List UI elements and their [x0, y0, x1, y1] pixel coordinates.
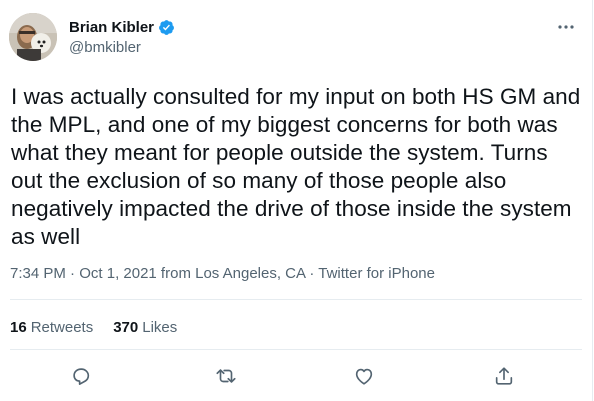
- meta-separator: ·: [70, 265, 80, 282]
- like-icon[interactable]: [350, 362, 378, 390]
- retweets-count: 16: [10, 319, 27, 336]
- likes-count: 370: [113, 319, 139, 336]
- tweet-actions: [0, 362, 592, 390]
- tweet-card: Brian Kibler @bmkibler I was actually co…: [0, 0, 593, 401]
- verified-badge-icon: [158, 19, 175, 36]
- likes-stat[interactable]: 370 Likes: [113, 318, 177, 337]
- divider: [10, 349, 582, 350]
- avatar-image: [9, 13, 57, 61]
- share-icon[interactable]: [490, 362, 518, 390]
- retweets-label: Retweets: [30, 319, 94, 336]
- more-icon[interactable]: [556, 17, 576, 37]
- tweet-time[interactable]: 7:34 PM: [10, 265, 66, 282]
- divider: [10, 299, 582, 300]
- tweet-text: I was actually consulted for my input on…: [11, 84, 581, 249]
- author-handle[interactable]: @bmkibler: [69, 38, 141, 57]
- avatar[interactable]: [9, 13, 57, 61]
- retweets-stat[interactable]: 16 Retweets: [10, 318, 93, 337]
- author-name[interactable]: Brian Kibler: [69, 18, 154, 37]
- tweet-meta: 7:34 PM · Oct 1, 2021 from Los Angeles, …: [10, 264, 435, 283]
- tweet-date-location[interactable]: Oct 1, 2021 from Los Angeles, CA: [79, 265, 305, 282]
- author-row: Brian Kibler: [69, 18, 175, 37]
- tweet-stats: 16 Retweets 370 Likes: [10, 318, 177, 337]
- likes-label: Likes: [142, 319, 178, 336]
- meta-separator: ·: [309, 265, 319, 282]
- reply-icon[interactable]: [67, 362, 95, 390]
- tweet-client[interactable]: Twitter for iPhone: [318, 265, 435, 282]
- retweet-icon[interactable]: [212, 362, 240, 390]
